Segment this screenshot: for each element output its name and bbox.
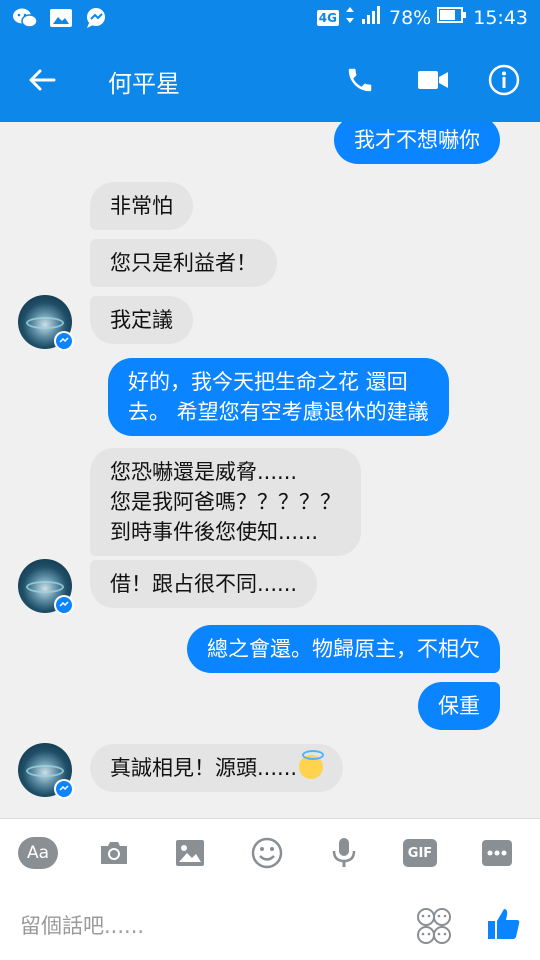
message-text: 去。 希望您有空考慮退休的建議 xyxy=(128,400,429,424)
gallery-icon xyxy=(176,840,204,866)
contact-avatar[interactable] xyxy=(18,743,74,799)
message-bubble-outgoing[interactable]: 總之會還。物歸原主，不相欠 xyxy=(187,625,500,673)
text-style-button[interactable]: Aa xyxy=(16,833,60,873)
like-button[interactable] xyxy=(482,902,526,946)
phone-icon xyxy=(348,68,372,92)
status-bar: 4G 78% 15:43 xyxy=(0,0,540,38)
message-bubble-incoming[interactable]: 真誠相見！源頭...... xyxy=(90,744,344,792)
messenger-badge-icon xyxy=(54,595,74,615)
gif-button[interactable]: GIF xyxy=(398,833,442,873)
gallery-button[interactable] xyxy=(168,833,212,873)
gif-icon: GIF xyxy=(403,839,437,867)
message-bubble-outgoing[interactable]: 我才不想嚇你 xyxy=(334,122,500,164)
info-button[interactable] xyxy=(482,58,526,102)
more-options-button[interactable] xyxy=(475,833,519,873)
message-text: 您是我阿爸嗎？？？？？ xyxy=(110,490,341,514)
message-text: 借！跟占很不同...... xyxy=(110,572,298,596)
more-icon xyxy=(482,840,512,866)
message-list[interactable]: 我才不想嚇你 非常怕 您只是利益者！ 我定議 好的，我今天把生命之花 還回 去。… xyxy=(0,122,540,818)
video-camera-icon xyxy=(418,71,448,89)
message-text: 您只是利益者！ xyxy=(110,251,257,275)
message-bubble-incoming[interactable]: 我定議 xyxy=(90,296,193,344)
contact-name[interactable]: 何平星 xyxy=(108,64,180,99)
message-bubble-incoming[interactable]: 您恐嚇還是威脅...... 您是我阿爸嗎？？？？？ 到時事件後您使知...... xyxy=(90,448,361,556)
text-style-icon: Aa xyxy=(18,837,58,869)
message-text: 您恐嚇還是威脅...... xyxy=(110,460,298,484)
message-bubble-incoming[interactable]: 借！跟占很不同...... xyxy=(90,560,318,608)
composer-toolbar: Aa GIF xyxy=(0,818,540,888)
emoji-button[interactable] xyxy=(245,833,289,873)
back-arrow-icon xyxy=(29,69,56,91)
battery-icon xyxy=(437,6,467,29)
data-arrows-icon xyxy=(345,6,355,29)
message-text: 真誠相見！源頭...... xyxy=(110,750,325,783)
clock: 15:43 xyxy=(473,6,528,29)
message-bubble-incoming[interactable]: 您只是利益者！ xyxy=(90,239,277,287)
message-text: 到時事件後您使知...... xyxy=(110,520,319,544)
microphone-icon xyxy=(332,838,356,867)
messenger-badge-icon xyxy=(54,779,74,799)
voice-call-button[interactable] xyxy=(338,58,382,102)
voice-record-button[interactable] xyxy=(322,833,366,873)
message-text: 總之會還。物歸原主，不相欠 xyxy=(207,637,480,661)
signal-icon xyxy=(361,5,383,30)
contact-avatar[interactable] xyxy=(18,295,74,351)
battery-percent: 78% xyxy=(389,6,432,29)
contact-avatar[interactable] xyxy=(18,559,74,615)
sticker-button[interactable] xyxy=(414,906,454,946)
video-call-button[interactable] xyxy=(408,58,458,102)
message-bubble-outgoing[interactable]: 保重 xyxy=(418,682,500,730)
message-input[interactable]: 留個話吧...... xyxy=(20,910,144,940)
message-text: 保重 xyxy=(438,694,480,718)
composer: 留個話吧...... xyxy=(0,888,540,960)
thumbs-up-icon xyxy=(488,909,520,939)
wechat-icon xyxy=(12,6,38,30)
info-icon xyxy=(488,64,520,96)
gallery-notification-icon xyxy=(48,6,74,30)
messenger-badge-icon xyxy=(54,331,74,351)
message-text: 我才不想嚇你 xyxy=(354,128,480,152)
emoji-icon xyxy=(251,837,283,869)
chat-notification-icon xyxy=(84,6,110,30)
camera-button[interactable] xyxy=(92,833,136,873)
message-text: 非常怕 xyxy=(110,194,173,218)
conversation-header: 何平星 xyxy=(0,38,540,122)
network-type-badge: 4G xyxy=(316,9,339,26)
message-bubble-incoming[interactable]: 非常怕 xyxy=(90,182,193,230)
camera-icon xyxy=(101,842,127,864)
sticker-faces-icon xyxy=(417,908,451,944)
back-button[interactable] xyxy=(20,58,64,102)
message-text: 我定議 xyxy=(110,308,173,332)
message-text: 好的，我今天把生命之花 還回 xyxy=(128,370,408,394)
innocent-smile-emoji-icon xyxy=(299,750,325,779)
message-bubble-outgoing[interactable]: 好的，我今天把生命之花 還回 去。 希望您有空考慮退休的建議 xyxy=(108,358,449,436)
